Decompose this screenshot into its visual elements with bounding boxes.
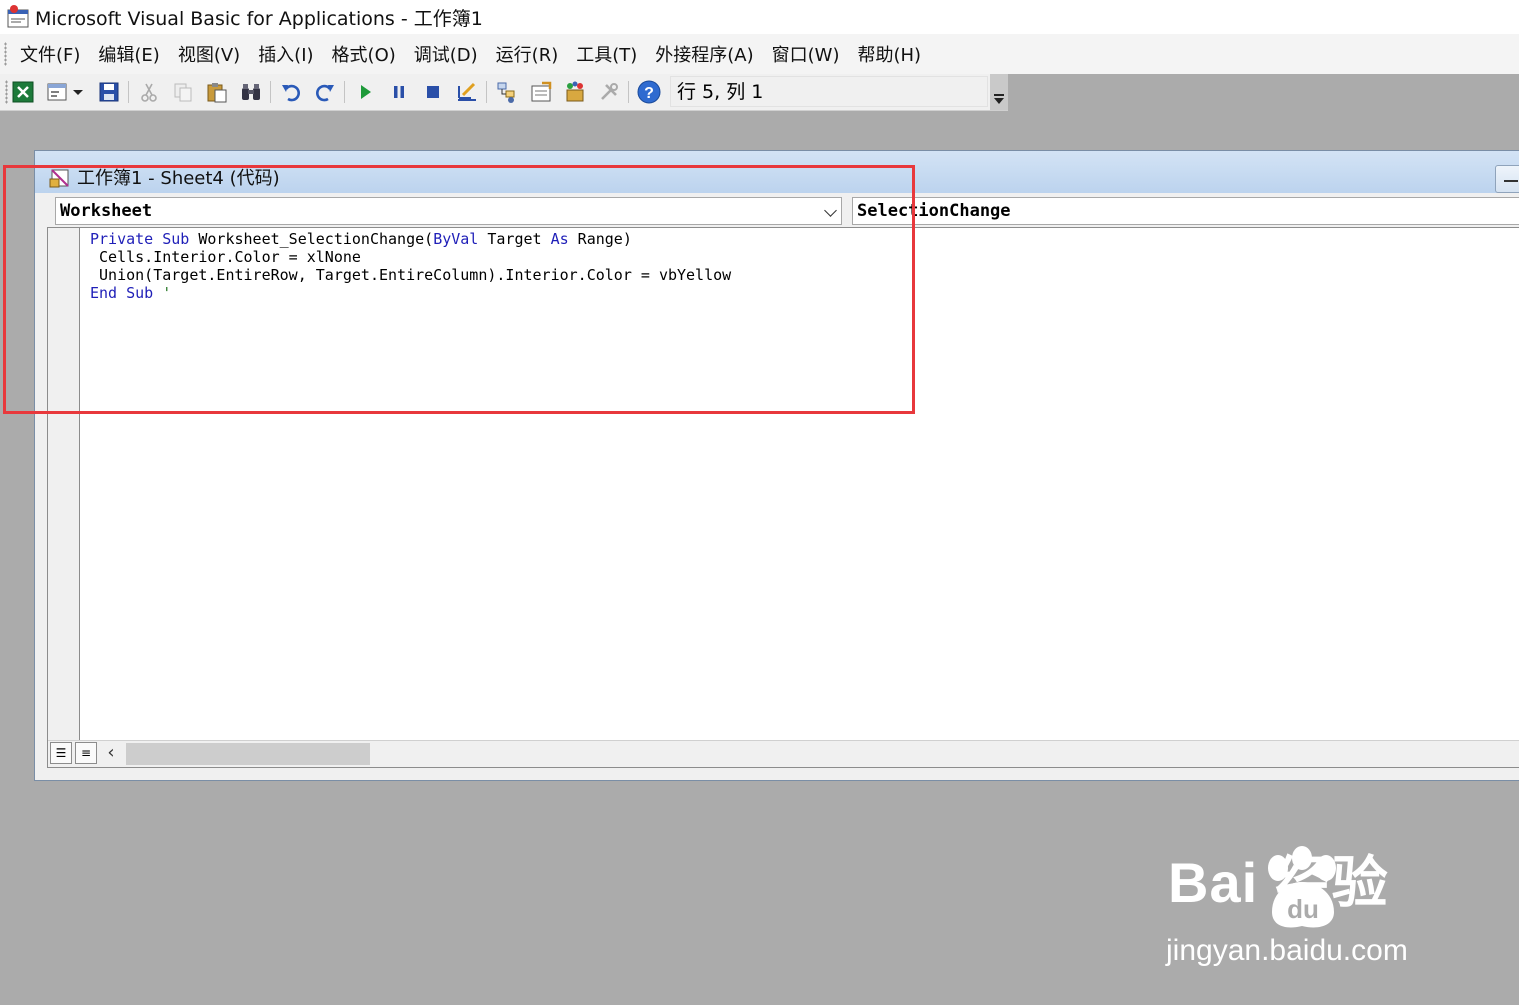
properties-window-icon[interactable]: [528, 79, 554, 105]
code-line: Cells.Interior.Color = xlNone: [90, 248, 361, 266]
editor-footer: ☰ ≡ ‹: [48, 740, 1519, 767]
object-browser-icon[interactable]: [562, 79, 588, 105]
code-fragment: Worksheet_SelectionChange(: [189, 230, 434, 248]
find-icon[interactable]: [238, 79, 264, 105]
object-dropdown-value: Worksheet: [60, 201, 153, 221]
menu-bar: 文件(F) 编辑(E) 视图(V) 插入(I) 格式(O) 调试(D) 运行(R…: [0, 34, 1519, 74]
paw-logo-icon: du: [1268, 846, 1336, 928]
menu-addins[interactable]: 外接程序(A): [646, 41, 762, 67]
toolbar-overflow-button[interactable]: [990, 74, 1008, 110]
code-line: Union(Target.EntireRow, Target.EntireCol…: [90, 266, 732, 284]
code-keyword: ByVal: [433, 230, 479, 248]
svg-text:?: ?: [644, 85, 654, 102]
undo-icon[interactable]: [278, 79, 304, 105]
vba-app-icon[interactable]: [5, 4, 31, 30]
cut-icon[interactable]: [136, 79, 162, 105]
save-icon[interactable]: [96, 79, 122, 105]
menu-help[interactable]: 帮助(H): [848, 41, 930, 67]
object-dropdown[interactable]: Worksheet: [55, 197, 842, 225]
code-module-icon: [49, 167, 71, 189]
menu-run[interactable]: 运行(R): [487, 41, 568, 67]
menubar-grip[interactable]: [4, 42, 7, 66]
toolbar-separator: [270, 81, 271, 103]
scroll-left-icon[interactable]: ‹: [100, 741, 122, 765]
redo-icon[interactable]: [312, 79, 338, 105]
svg-text:du: du: [1287, 894, 1319, 924]
code-keyword: End Sub: [90, 284, 154, 302]
menu-debug[interactable]: 调试(D): [405, 41, 487, 67]
minimize-button[interactable]: [1495, 165, 1519, 193]
cursor-position-readout: 行 5, 列 1: [670, 76, 988, 107]
menu-view[interactable]: 视图(V): [169, 41, 249, 67]
menu-insert[interactable]: 插入(I): [249, 41, 322, 67]
chevron-down-icon[interactable]: [70, 79, 86, 105]
menu-format[interactable]: 格式(O): [323, 41, 405, 67]
app-titlebar: Microsoft Visual Basic for Applications …: [0, 0, 1519, 34]
break-icon[interactable]: [386, 79, 412, 105]
code-window: 工作簿1 - Sheet4 (代码) Worksheet SelectionCh…: [34, 150, 1519, 781]
full-module-view-button[interactable]: ≡: [75, 742, 97, 764]
excel-view-icon[interactable]: [10, 79, 36, 105]
code-text[interactable]: Private Sub Worksheet_SelectionChange(By…: [90, 230, 731, 302]
toolbar-separator: [344, 81, 345, 103]
code-keyword: As: [550, 230, 569, 248]
toolbar-separator: [486, 81, 487, 103]
menu-window[interactable]: 窗口(W): [763, 41, 849, 67]
window-title: Microsoft Visual Basic for Applications …: [35, 7, 483, 30]
insert-userform-icon[interactable]: [44, 79, 70, 105]
procedure-view-button[interactable]: ☰: [50, 742, 72, 764]
run-icon[interactable]: [352, 79, 378, 105]
code-fragment: Range): [568, 230, 632, 248]
margin-indicator-bar[interactable]: [48, 228, 80, 767]
procedure-dropdown[interactable]: SelectionChange: [852, 197, 1519, 225]
toolbar-separator: [128, 81, 129, 103]
toolbar-separator: [628, 81, 629, 103]
code-comment: ': [153, 284, 172, 302]
reset-icon[interactable]: [420, 79, 446, 105]
project-explorer-icon[interactable]: [494, 79, 520, 105]
procedure-dropdown-value: SelectionChange: [857, 201, 1011, 221]
paste-icon[interactable]: [204, 79, 230, 105]
standard-toolbar: ? 行 5, 列 1: [0, 74, 1008, 111]
menu-tools[interactable]: 工具(T): [567, 41, 646, 67]
chevron-down-icon[interactable]: [824, 204, 837, 217]
copy-icon[interactable]: [170, 79, 196, 105]
watermark-url: jingyan.baidu.com: [1166, 934, 1408, 967]
help-icon[interactable]: ?: [636, 79, 662, 105]
cursor-position-text: 行 5, 列 1: [677, 81, 764, 103]
design-mode-icon[interactable]: [454, 79, 480, 105]
baidu-watermark: Bai 经验 du jingyan.baidu.com: [1160, 838, 1460, 978]
code-fragment: Target: [478, 230, 551, 248]
toolbox-icon[interactable]: [596, 79, 622, 105]
code-keyword: Private Sub: [90, 230, 190, 248]
horizontal-scrollbar-thumb[interactable]: [126, 743, 370, 765]
code-editor[interactable]: Private Sub Worksheet_SelectionChange(By…: [47, 227, 1519, 768]
code-window-titlebar[interactable]: 工作簿1 - Sheet4 (代码): [35, 151, 1519, 193]
menu-edit[interactable]: 编辑(E): [89, 41, 168, 67]
toolbar-grip[interactable]: [5, 80, 8, 104]
menu-file[interactable]: 文件(F): [11, 41, 89, 67]
